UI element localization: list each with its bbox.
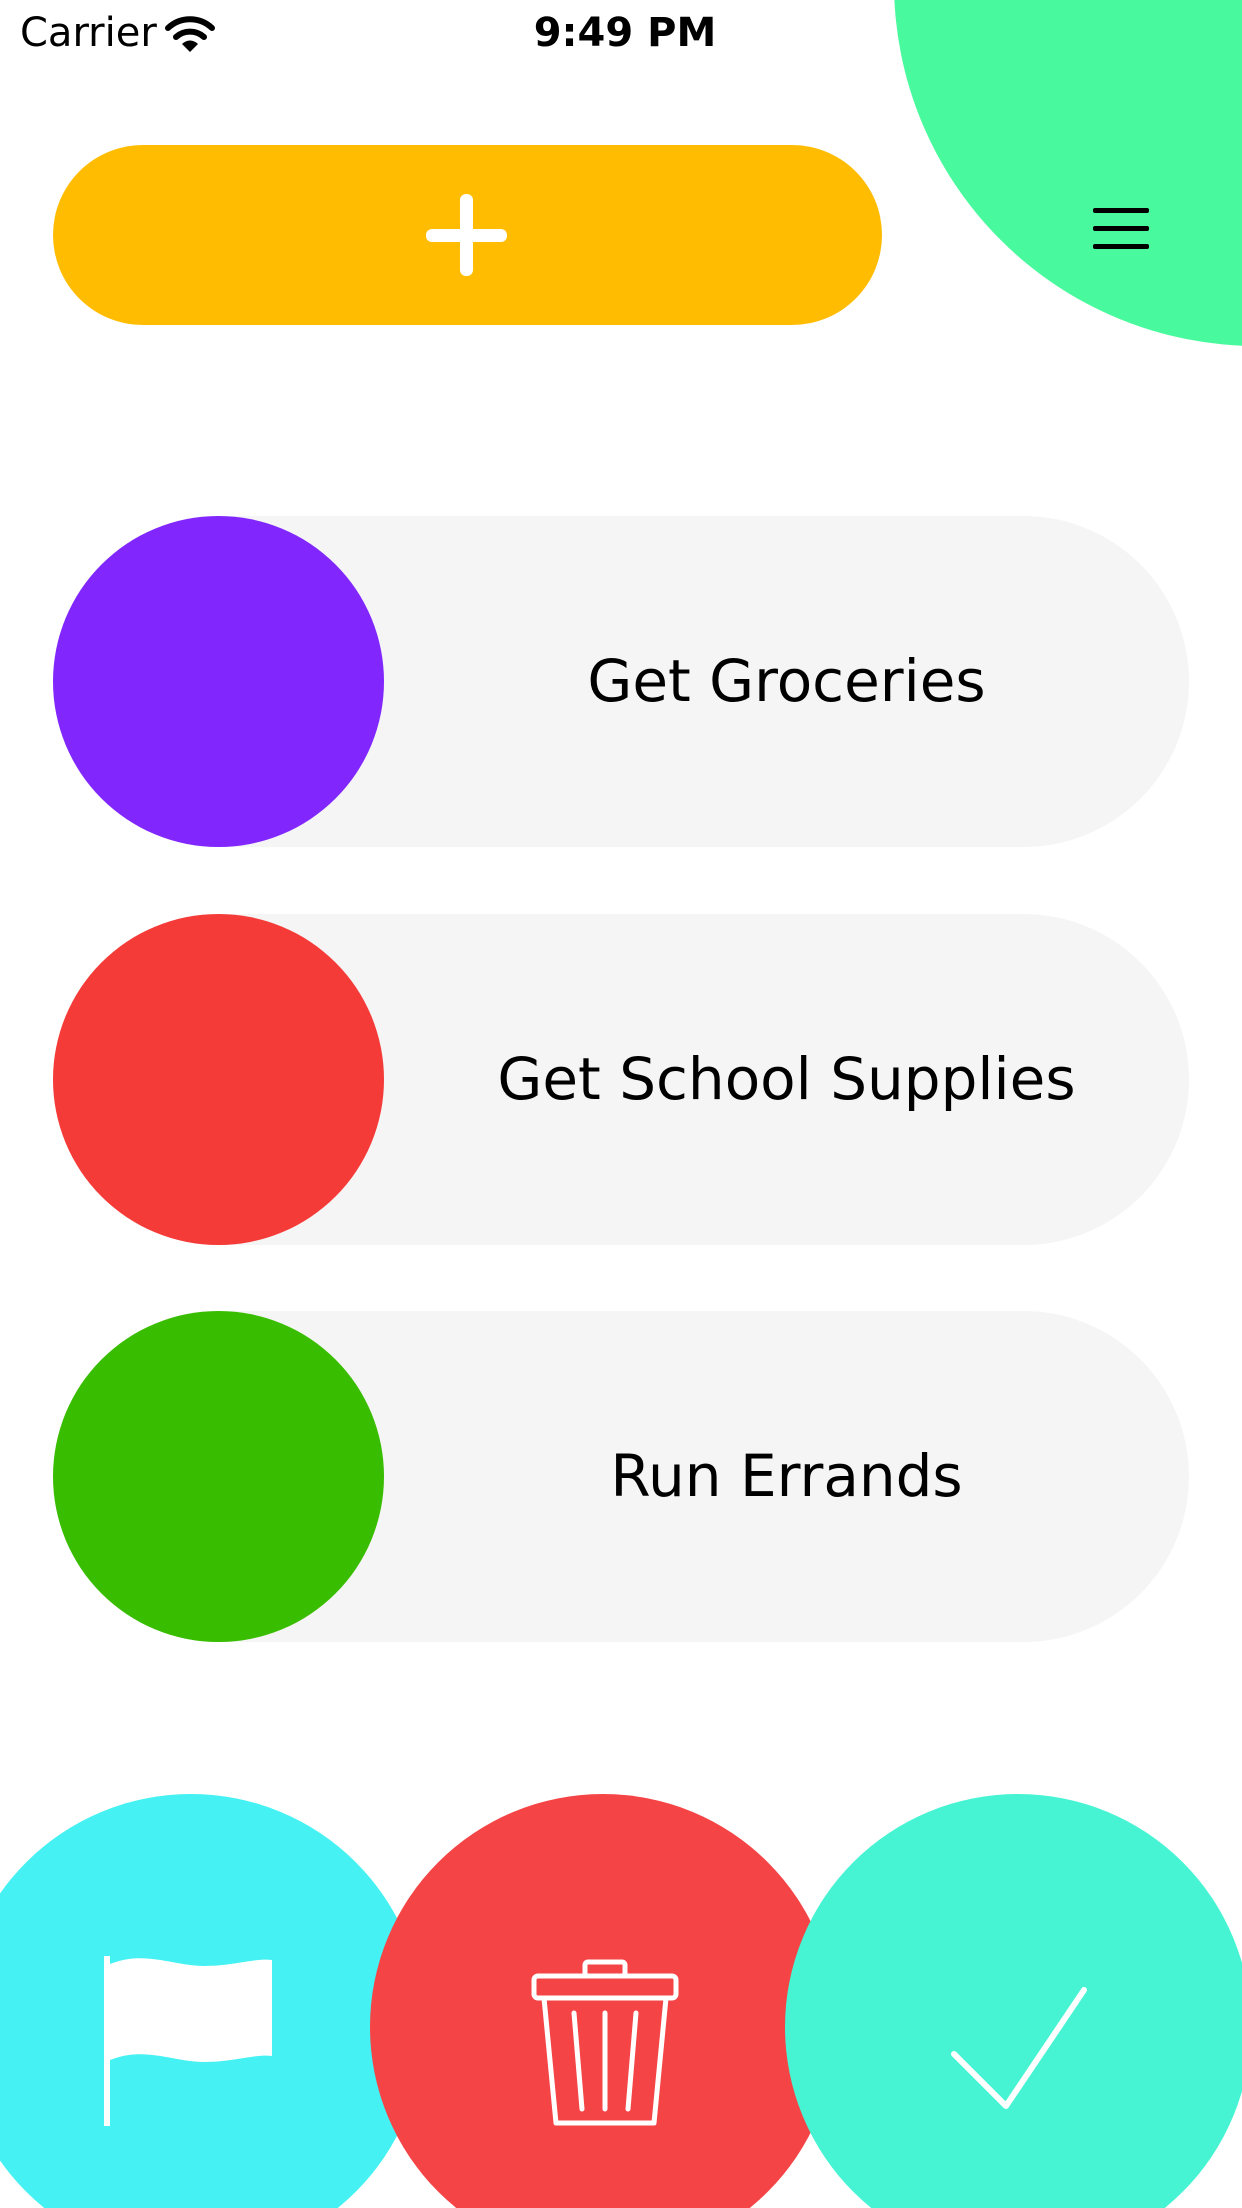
task-color-dot[interactable]: [53, 914, 384, 1245]
task-row[interactable]: Get School Supplies: [53, 914, 1189, 1245]
flag-icon: [104, 1956, 272, 2126]
delete-button[interactable]: [370, 1794, 836, 2208]
checkmark-icon: [951, 1987, 1087, 2109]
task-label: Run Errands: [610, 1442, 963, 1510]
app-screen: Carrier 9:49 PM Get Groceries Get School…: [0, 0, 1242, 2208]
task-row[interactable]: Get Groceries: [53, 516, 1189, 847]
menu-blob: [894, 0, 1242, 346]
task-color-dot[interactable]: [53, 1311, 384, 1642]
task-label: Get Groceries: [587, 647, 986, 715]
flag-button[interactable]: [0, 1794, 424, 2208]
task-row[interactable]: Run Errands: [53, 1311, 1189, 1642]
complete-button[interactable]: [785, 1794, 1242, 2208]
menu-button[interactable]: [1066, 196, 1176, 260]
task-color-dot[interactable]: [53, 516, 384, 847]
add-task-button[interactable]: [53, 145, 882, 325]
task-label: Get School Supplies: [497, 1045, 1076, 1113]
trash-icon: [531, 1959, 679, 2126]
